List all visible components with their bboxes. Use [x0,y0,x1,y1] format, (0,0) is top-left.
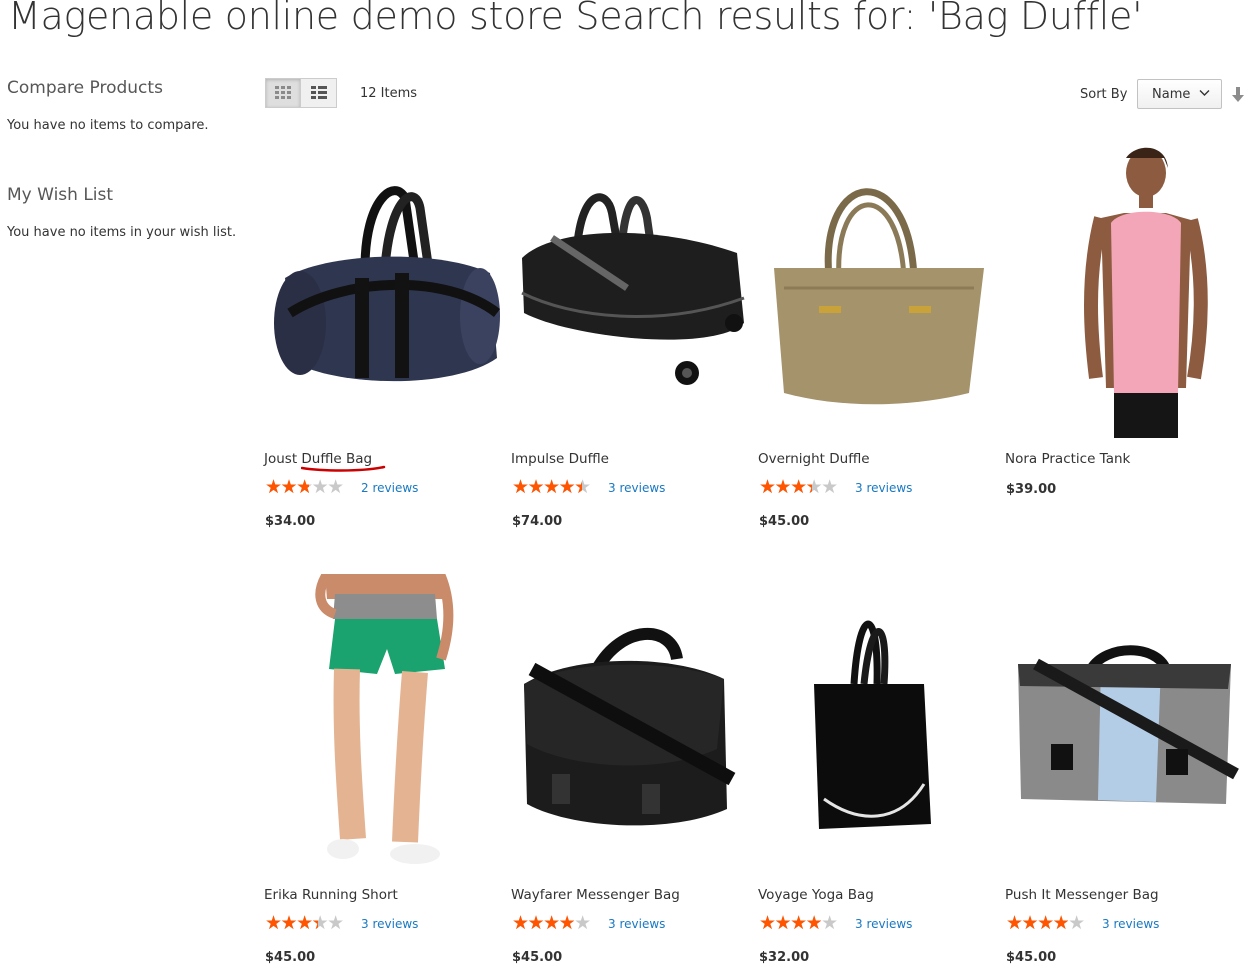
rating-stars: ★★★★★★★★★★ [265,913,344,934]
sidebar: Compare Products You have no items to co… [7,78,252,240]
product-rating: ★★★★★★★★★★ 3 reviews [759,913,912,934]
product-name-link[interactable]: Overnight Duffle [758,451,870,467]
list-icon [310,86,327,99]
yoga-tote-bag-image [814,620,931,829]
rating-stars: ★★★★★★★★★★ [759,913,838,934]
product-name-link[interactable]: Wayfarer Messenger Bag [511,887,680,903]
running-shorts-model-image [315,571,454,864]
product-item: Impulse Duffle ★★★★★ ★★★★★ 3 reviews $74.… [511,138,752,529]
product-item: Wayfarer Messenger Bag ★★★★★★★★★★ 3 revi… [511,574,752,965]
product-price: $39.00 [1006,482,1057,497]
product-image[interactable] [1006,138,1246,438]
product-price: $32.00 [759,950,810,965]
push-it-messenger-bag-image [1018,645,1239,804]
rating-stars: ★★★★★★★★★★ [512,477,591,498]
reviews-link[interactable]: 3 reviews [855,917,912,931]
product-item: Push It Messenger Bag ★★★★★★★★★★ 3 revie… [1005,574,1246,965]
product-price: $45.00 [759,514,810,529]
product-name-link[interactable]: Impulse Duffle [511,451,609,467]
list-view-button[interactable] [301,78,337,108]
reviews-link[interactable]: 3 reviews [855,481,912,495]
sort-by-select[interactable]: Name [1137,79,1222,109]
toolbar-amount: 12 Items [360,86,418,101]
reviews-link[interactable]: 2 reviews [361,481,418,495]
product-image[interactable] [759,138,999,438]
product-rating: ★★★★★★★★★★ 3 reviews [1006,913,1159,934]
product-image[interactable] [1006,574,1246,874]
arrow-down-icon [1232,87,1244,102]
compare-products-title: Compare Products [7,78,163,98]
product-price: $74.00 [512,514,563,529]
product-rating: ★★★★★★★★★★ 3 reviews [759,477,912,498]
product-name-link[interactable]: Nora Practice Tank [1005,451,1130,467]
product-rating: ★★★★★★★★★★ 2 reviews [265,477,418,498]
page-title: Magenable online demo store Search resul… [8,0,1143,38]
wishlist-empty-message: You have no items in your wish list. [7,225,237,240]
product-price: $45.00 [1006,950,1057,965]
compare-products-block: Compare Products You have no items to co… [7,78,252,133]
duffle-bag-image [274,186,501,382]
overnight-duffle-image [774,188,984,405]
product-name-link[interactable]: Erika Running Short [264,887,398,903]
product-name-link[interactable]: Push It Messenger Bag [1005,887,1159,903]
product-rating: ★★★★★★★★★★ 3 reviews [265,913,418,934]
sort-by-label: Sort By [1080,87,1128,102]
product-image[interactable] [512,574,752,874]
product-item: Voyage Yoga Bag ★★★★★★★★★★ 3 reviews $32… [758,574,999,965]
product-image[interactable] [759,574,999,874]
rating-stars: ★★★★★★★★★★ [1006,913,1085,934]
product-item: Erika Running Short ★★★★★★★★★★ 3 reviews… [264,571,505,965]
product-price: $45.00 [512,950,563,965]
product-rating: ★★★★★★★★★★ 3 reviews [512,477,665,498]
product-item: Overnight Duffle ★★★★★★★★★★ 3 reviews $4… [758,138,999,529]
tank-top-model-image [1084,147,1208,438]
rating-stars: ★★★★★★★★★★ [265,477,344,498]
product-item: Nora Practice Tank $39.00 [1005,138,1246,497]
products-toolbar: 12 Items Sort By Name [265,78,1247,110]
sort-direction-button[interactable] [1231,87,1245,108]
product-image[interactable] [265,571,505,874]
product-price: $34.00 [265,514,316,529]
red-underline-mark [301,465,386,472]
product-name-link[interactable]: Voyage Yoga Bag [758,887,874,903]
wishlist-block: My Wish List You have no items in your w… [7,185,252,240]
grid-icon [275,86,291,99]
reviews-link[interactable]: 3 reviews [361,917,418,931]
wishlist-title: My Wish List [7,185,114,205]
rolling-duffle-image [521,193,745,385]
rating-stars: ★★★★★★★★★★ [759,477,838,498]
grid-view-button[interactable] [265,78,301,108]
chevron-down-icon [1199,90,1210,96]
rating-stars: ★★★★★★★★★★ [512,913,591,934]
sort-by-value: Name [1152,87,1191,102]
reviews-link[interactable]: 3 reviews [1102,917,1159,931]
product-price: $45.00 [265,950,316,965]
reviews-link[interactable]: 3 reviews [608,481,665,495]
product-image[interactable] [265,138,505,438]
product-rating: ★★★★★★★★★★ 3 reviews [512,913,665,934]
compare-empty-message: You have no items to compare. [7,118,209,133]
product-image[interactable] [512,138,752,438]
reviews-link[interactable]: 3 reviews [608,917,665,931]
product-item: Joust Duffle Bag ★★★★★★★★★★ 2 reviews $3… [264,138,505,529]
messenger-bag-image [524,628,736,826]
view-mode-switcher [265,78,337,108]
